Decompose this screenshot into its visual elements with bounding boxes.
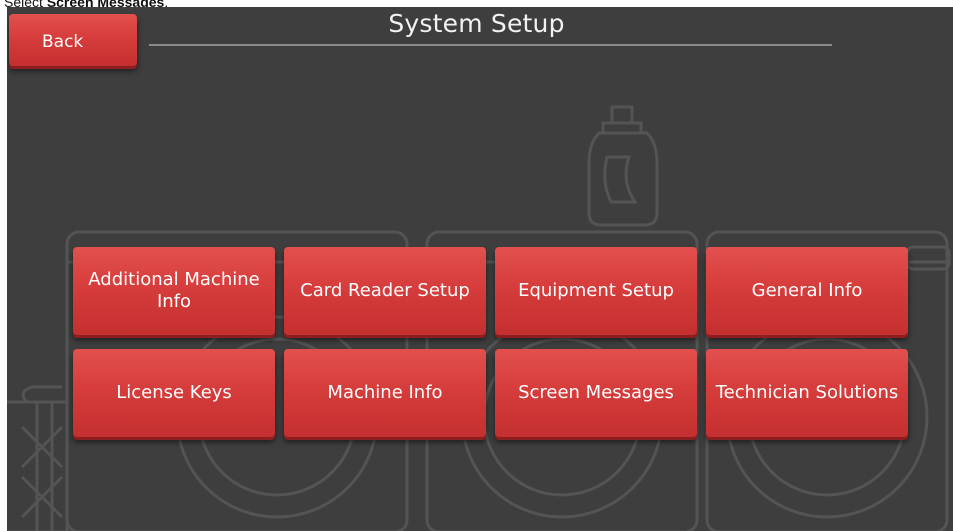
- back-button[interactable]: Back: [9, 14, 137, 66]
- additional-machine-info-button[interactable]: Additional Machine Info: [73, 247, 275, 335]
- license-keys-button[interactable]: License Keys: [73, 349, 275, 437]
- technician-solutions-button[interactable]: Technician Solutions: [706, 349, 908, 437]
- equipment-setup-button[interactable]: Equipment Setup: [495, 247, 697, 335]
- system-setup-screen: System Setup Back Additional Machine Inf…: [7, 7, 953, 531]
- general-info-button[interactable]: General Info: [706, 247, 908, 335]
- screen-messages-button[interactable]: Screen Messages: [495, 349, 697, 437]
- title-divider: [149, 44, 832, 46]
- machine-info-button[interactable]: Machine Info: [284, 349, 486, 437]
- page-title: System Setup: [388, 9, 565, 38]
- card-reader-setup-button[interactable]: Card Reader Setup: [284, 247, 486, 335]
